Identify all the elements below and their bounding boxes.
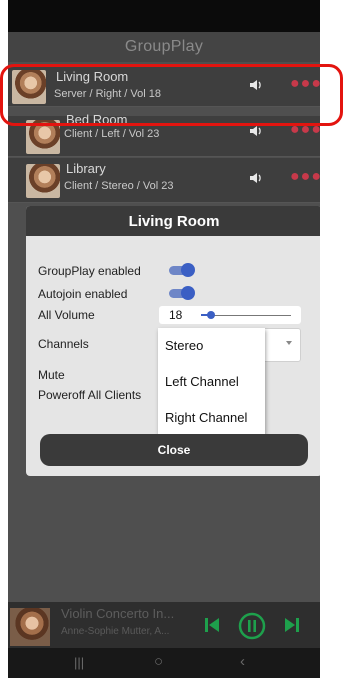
groupplay-enabled-toggle[interactable] bbox=[169, 263, 195, 277]
system-navigation-bar: ||| ○ ‹ bbox=[8, 648, 320, 678]
volume-slider-handle[interactable] bbox=[207, 311, 215, 319]
channels-dropdown-menu: Stereo Left Channel Right Channel bbox=[158, 328, 265, 435]
more-options-icon[interactable]: ●●● bbox=[290, 169, 320, 185]
previous-track-icon[interactable] bbox=[204, 617, 220, 633]
channel-option-left[interactable]: Left Channel bbox=[165, 374, 239, 389]
status-bar bbox=[8, 0, 320, 32]
room-name: Library bbox=[66, 161, 106, 176]
app-bar: GroupPlay bbox=[8, 32, 320, 62]
mute-label: Mute bbox=[38, 368, 65, 382]
autojoin-enabled-label: Autojoin enabled bbox=[38, 287, 128, 301]
speaker-icon[interactable] bbox=[249, 125, 263, 137]
album-cover bbox=[10, 608, 50, 646]
app-title: GroupPlay bbox=[124, 38, 204, 55]
toggle-knob bbox=[181, 286, 195, 300]
close-button-label: Close bbox=[157, 443, 191, 457]
room-item-library[interactable]: Library Client / Stereo / Vol 23 ●●● bbox=[8, 158, 320, 203]
back-icon[interactable]: ‹ bbox=[240, 653, 245, 670]
recent-apps-icon[interactable]: ||| bbox=[74, 655, 84, 670]
next-track-icon[interactable] bbox=[284, 617, 300, 633]
room-detail: Client / Left / Vol 23 bbox=[64, 128, 160, 140]
now-playing-bar[interactable]: Violin Concerto In... Anne-Sophie Mutter… bbox=[8, 602, 320, 648]
toggle-knob bbox=[181, 263, 195, 277]
room-settings-dialog: Living Room GroupPlay enabled Autojoin e… bbox=[26, 206, 320, 476]
volume-value: 18 bbox=[169, 308, 183, 322]
all-volume-label: All Volume bbox=[38, 308, 95, 322]
channel-option-right[interactable]: Right Channel bbox=[165, 410, 247, 425]
groupplay-enabled-label: GroupPlay enabled bbox=[38, 264, 141, 278]
track-artist: Anne-Sophie Mutter, A... bbox=[61, 626, 170, 637]
pause-icon[interactable] bbox=[238, 612, 266, 640]
highlight-annotation bbox=[0, 64, 343, 126]
channel-option-stereo[interactable]: Stereo bbox=[165, 338, 203, 353]
room-thumbnail bbox=[26, 164, 60, 198]
close-button[interactable]: Close bbox=[40, 434, 308, 466]
poweroff-all-clients-label: Poweroff All Clients bbox=[38, 388, 142, 402]
volume-control[interactable]: 18 bbox=[159, 306, 301, 324]
room-detail: Client / Stereo / Vol 23 bbox=[64, 180, 174, 192]
dialog-title: Living Room bbox=[128, 212, 220, 230]
speaker-icon[interactable] bbox=[249, 172, 263, 184]
home-icon[interactable]: ○ bbox=[154, 653, 163, 670]
chevron-down-icon bbox=[286, 341, 292, 345]
autojoin-enabled-toggle[interactable] bbox=[169, 286, 195, 300]
dialog-header: Living Room bbox=[26, 206, 320, 236]
channels-label: Channels bbox=[38, 337, 89, 351]
track-title: Violin Concerto In... bbox=[61, 606, 175, 621]
